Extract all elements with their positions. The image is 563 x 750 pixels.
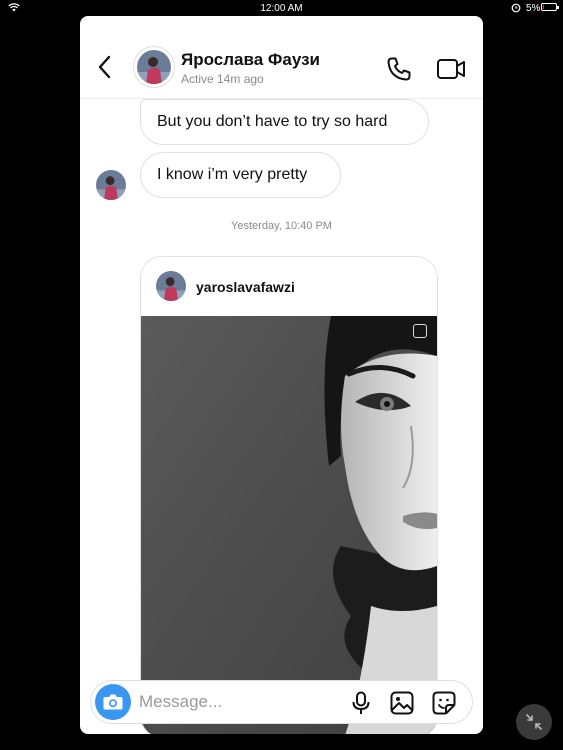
alarm-icon	[511, 3, 521, 13]
status-time: 12:00 AM	[260, 3, 303, 14]
avatar-image	[137, 50, 171, 84]
contact-avatar[interactable]	[133, 46, 175, 88]
back-icon[interactable]	[94, 54, 118, 80]
message-bubble[interactable]: But you don’t have to try so hard	[140, 99, 429, 145]
video-camera-icon[interactable]	[436, 56, 466, 82]
collapse-arrows-icon	[526, 714, 542, 730]
microphone-icon[interactable]	[350, 691, 372, 715]
minimize-button[interactable]	[516, 704, 552, 740]
message-composer	[90, 680, 473, 724]
chat-header: Ярослава Фаузи Active 14m ago	[80, 16, 483, 99]
multi-photo-icon	[413, 324, 427, 338]
image-icon[interactable]	[390, 691, 414, 715]
post-avatar[interactable]	[156, 271, 186, 301]
post-image[interactable]	[141, 316, 437, 734]
avatar-image	[96, 170, 126, 200]
chat-window: Ярослава Фаузи Active 14m ago But you do…	[80, 16, 483, 734]
message-timestamp: Yesterday, 10:40 PM	[231, 220, 332, 232]
camera-button[interactable]	[95, 684, 131, 720]
battery-icon	[541, 3, 559, 11]
avatar-image	[156, 271, 186, 301]
message-bubble[interactable]: I know i’m very pretty	[140, 152, 341, 198]
contact-name[interactable]: Ярослава Фаузи	[181, 50, 320, 70]
message-input[interactable]	[139, 689, 329, 715]
status-bar: 12:00 AM 5%	[0, 0, 563, 16]
shared-post[interactable]: yaroslavafawzi	[140, 256, 438, 734]
phone-icon[interactable]	[386, 56, 412, 82]
contact-status: Active 14m ago	[181, 72, 264, 86]
battery-level	[543, 5, 544, 9]
sticker-icon[interactable]	[432, 691, 456, 715]
battery-percent: 5%	[526, 3, 541, 14]
post-username[interactable]: yaroslavafawzi	[196, 279, 295, 295]
sender-avatar[interactable]	[96, 170, 126, 200]
camera-icon	[103, 694, 123, 710]
portrait-photo	[141, 316, 437, 734]
